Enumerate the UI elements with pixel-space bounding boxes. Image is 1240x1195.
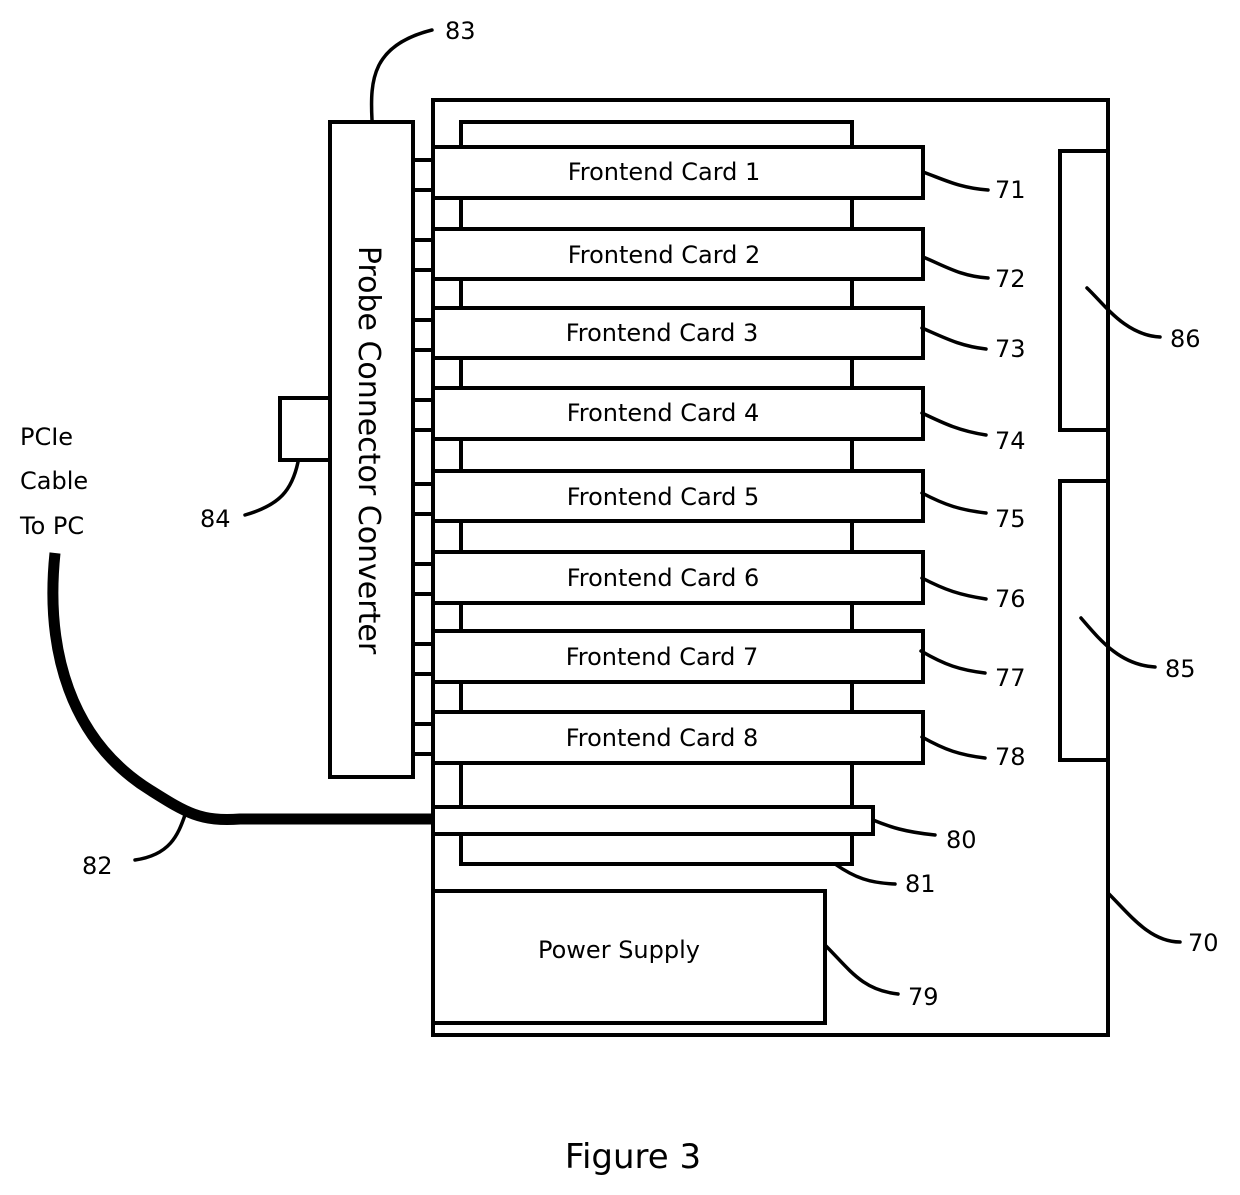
side-module-upper-ref: 86 bbox=[1170, 325, 1201, 353]
frontend-card-ref: 72 bbox=[995, 265, 1026, 293]
frontend-card-ref: 76 bbox=[995, 585, 1026, 613]
probe-port bbox=[278, 396, 332, 462]
frontend-card-ref: 73 bbox=[995, 335, 1026, 363]
backplane-ref: 81 bbox=[905, 870, 936, 898]
pcie-cable-leader bbox=[133, 813, 187, 862]
connector-stub bbox=[411, 398, 435, 432]
frontend-card-label: Frontend Card 6 bbox=[567, 564, 760, 592]
svg-text:Cable: Cable bbox=[20, 467, 88, 495]
frontend-card-label: Frontend Card 8 bbox=[566, 724, 759, 752]
connector-stub bbox=[411, 482, 435, 516]
probe-connector-converter-ref: 83 bbox=[445, 17, 476, 45]
probe-port-leader bbox=[243, 460, 300, 517]
connector-stub bbox=[411, 722, 435, 756]
pcie-cable-label: PCIe Cable To PC bbox=[19, 423, 88, 540]
connector-stub bbox=[411, 318, 435, 352]
figure-caption: Figure 3 bbox=[565, 1137, 701, 1177]
probe-connector-converter-leader bbox=[369, 28, 434, 122]
side-module-upper bbox=[1058, 149, 1110, 432]
connector-stub bbox=[411, 238, 435, 272]
frontend-card-label: Frontend Card 5 bbox=[567, 483, 760, 511]
side-module-lower-ref: 85 bbox=[1165, 655, 1196, 683]
connector-stubs bbox=[411, 158, 435, 756]
probe-port-ref: 84 bbox=[200, 505, 231, 533]
connector-stub bbox=[411, 642, 435, 676]
frontend-card-label: Frontend Card 4 bbox=[567, 399, 760, 427]
frontend-card-ref: 77 bbox=[995, 664, 1026, 692]
pcie-card-ref: 80 bbox=[946, 826, 977, 854]
svg-text:PCIe: PCIe bbox=[20, 423, 73, 451]
system-diagram: 70 81 Probe Connector Converter 83 84 Fr… bbox=[19, 17, 1219, 1177]
frontend-card-ref: 75 bbox=[995, 505, 1026, 533]
frontend-card-ref: 71 bbox=[995, 176, 1026, 204]
frontend-card-label: Frontend Card 1 bbox=[568, 158, 761, 186]
frontend-card-label: Frontend Card 3 bbox=[566, 319, 759, 347]
probe-connector-converter-label: Probe Connector Converter bbox=[351, 246, 386, 655]
pcie-cable-ref: 82 bbox=[82, 852, 113, 880]
frontend-card-label: Frontend Card 2 bbox=[568, 241, 761, 269]
enclosure-leader bbox=[1106, 891, 1182, 944]
frontend-card-ref: 74 bbox=[995, 427, 1026, 455]
pcie-card bbox=[431, 805, 875, 836]
frontend-card-ref: 78 bbox=[995, 743, 1026, 771]
connector-stub bbox=[411, 158, 435, 192]
enclosure-ref: 70 bbox=[1188, 929, 1219, 957]
connector-stub bbox=[411, 562, 435, 596]
svg-text:To PC: To PC bbox=[19, 512, 84, 540]
power-supply-ref: 79 bbox=[908, 983, 939, 1011]
frontend-card-label: Frontend Card 7 bbox=[566, 643, 759, 671]
power-supply-label: Power Supply bbox=[538, 936, 700, 964]
